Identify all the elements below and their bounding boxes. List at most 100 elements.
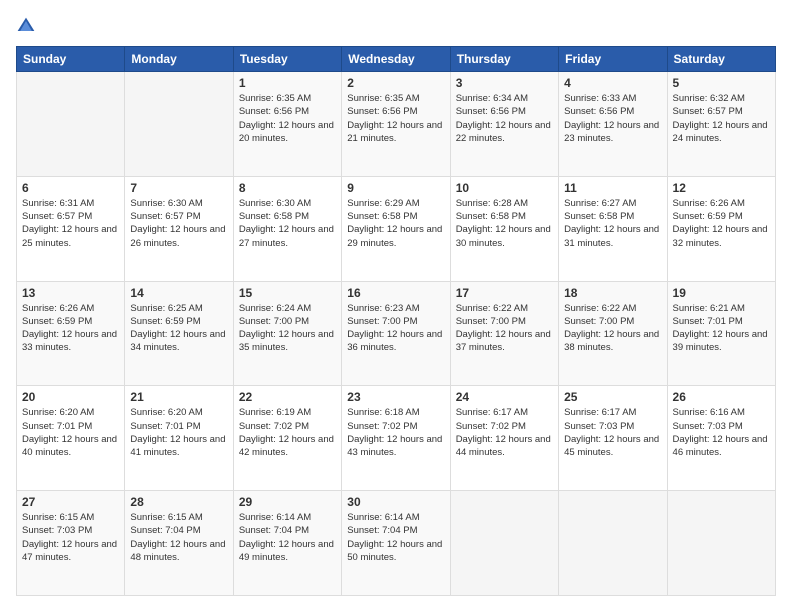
day-number: 17: [456, 286, 553, 300]
day-number: 8: [239, 181, 336, 195]
day-info: Sunrise: 6:19 AMSunset: 7:02 PMDaylight:…: [239, 406, 336, 459]
page: SundayMondayTuesdayWednesdayThursdayFrid…: [0, 0, 792, 612]
day-number: 30: [347, 495, 444, 509]
col-header-sunday: Sunday: [17, 47, 125, 72]
day-info: Sunrise: 6:30 AMSunset: 6:57 PMDaylight:…: [130, 197, 227, 250]
day-number: 23: [347, 390, 444, 404]
calendar-cell: 15 Sunrise: 6:24 AMSunset: 7:00 PMDayligh…: [233, 281, 341, 386]
calendar-cell: 19 Sunrise: 6:21 AMSunset: 7:01 PMDayligh…: [667, 281, 775, 386]
day-info: Sunrise: 6:15 AMSunset: 7:04 PMDaylight:…: [130, 511, 227, 564]
day-number: 11: [564, 181, 661, 195]
calendar-cell: 9Sunrise: 6:29 AMSunset: 6:58 PMDaylight…: [342, 176, 450, 281]
calendar-cell: 18 Sunrise: 6:22 AMSunset: 7:00 PMDayligh…: [559, 281, 667, 386]
calendar-table: SundayMondayTuesdayWednesdayThursdayFrid…: [16, 46, 776, 596]
day-info: Sunrise: 6:24 AMSunset: 7:00 PMDaylight:…: [239, 302, 336, 355]
calendar-cell: 8 Sunrise: 6:30 AMSunset: 6:58 PMDaylight…: [233, 176, 341, 281]
day-number: 24: [456, 390, 553, 404]
calendar-cell: 6 Sunrise: 6:31 AMSunset: 6:57 PMDaylight…: [17, 176, 125, 281]
day-number: 26: [673, 390, 770, 404]
day-number: 18: [564, 286, 661, 300]
calendar-cell: 22 Sunrise: 6:19 AMSunset: 7:02 PMDayligh…: [233, 386, 341, 491]
day-number: 2: [347, 76, 444, 90]
col-header-saturday: Saturday: [667, 47, 775, 72]
day-info: Sunrise: 6:31 AMSunset: 6:57 PMDaylight:…: [22, 197, 119, 250]
col-header-tuesday: Tuesday: [233, 47, 341, 72]
col-header-monday: Monday: [125, 47, 233, 72]
day-number: 12: [673, 181, 770, 195]
calendar-cell: 3Sunrise: 6:34 AMSunset: 6:56 PMDaylight…: [450, 72, 558, 177]
day-number: 6: [22, 181, 119, 195]
day-number: 21: [130, 390, 227, 404]
calendar-cell: 20 Sunrise: 6:20 AMSunset: 7:01 PMDayligh…: [17, 386, 125, 491]
calendar-cell: 16 Sunrise: 6:23 AMSunset: 7:00 PMDayligh…: [342, 281, 450, 386]
calendar-cell: 10 Sunrise: 6:28 AMSunset: 6:58 PMDayligh…: [450, 176, 558, 281]
day-number: 28: [130, 495, 227, 509]
calendar-cell: [17, 72, 125, 177]
day-number: 29: [239, 495, 336, 509]
day-info: Sunrise: 6:26 AMSunset: 6:59 PMDaylight:…: [673, 197, 770, 250]
calendar-cell: 28 Sunrise: 6:15 AMSunset: 7:04 PMDayligh…: [125, 491, 233, 596]
day-number: 27: [22, 495, 119, 509]
col-header-wednesday: Wednesday: [342, 47, 450, 72]
calendar-cell: 30 Sunrise: 6:14 AMSunset: 7:04 PMDayligh…: [342, 491, 450, 596]
col-header-friday: Friday: [559, 47, 667, 72]
calendar-cell: 24 Sunrise: 6:17 AMSunset: 7:02 PMDayligh…: [450, 386, 558, 491]
calendar-cell: 26 Sunrise: 6:16 AMSunset: 7:03 PMDayligh…: [667, 386, 775, 491]
day-info: Sunrise: 6:23 AMSunset: 7:00 PMDaylight:…: [347, 302, 444, 355]
day-info: Sunrise: 6:27 AMSunset: 6:58 PMDaylight:…: [564, 197, 661, 250]
calendar-cell: 7 Sunrise: 6:30 AMSunset: 6:57 PMDaylight…: [125, 176, 233, 281]
day-number: 7: [130, 181, 227, 195]
header: [16, 16, 776, 36]
calendar-cell: 14 Sunrise: 6:25 AMSunset: 6:59 PMDayligh…: [125, 281, 233, 386]
calendar-cell: 11 Sunrise: 6:27 AMSunset: 6:58 PMDayligh…: [559, 176, 667, 281]
calendar-cell: 27Sunrise: 6:15 AMSunset: 7:03 PMDayligh…: [17, 491, 125, 596]
col-header-thursday: Thursday: [450, 47, 558, 72]
day-info: Sunrise: 6:21 AMSunset: 7:01 PMDaylight:…: [673, 302, 770, 355]
day-info: Sunrise: 6:22 AMSunset: 7:00 PMDaylight:…: [564, 302, 661, 355]
calendar-cell: 23 Sunrise: 6:18 AMSunset: 7:02 PMDayligh…: [342, 386, 450, 491]
calendar-cell: [450, 491, 558, 596]
day-number: 19: [673, 286, 770, 300]
day-info: Sunrise: 6:32 AMSunset: 6:57 PMDaylight:…: [673, 92, 770, 145]
calendar-cell: 29 Sunrise: 6:14 AMSunset: 7:04 PMDayligh…: [233, 491, 341, 596]
day-number: 22: [239, 390, 336, 404]
calendar-cell: 21 Sunrise: 6:20 AMSunset: 7:01 PMDayligh…: [125, 386, 233, 491]
day-info: Sunrise: 6:20 AMSunset: 7:01 PMDaylight:…: [22, 406, 119, 459]
day-number: 4: [564, 76, 661, 90]
day-number: 14: [130, 286, 227, 300]
day-info: Sunrise: 6:20 AMSunset: 7:01 PMDaylight:…: [130, 406, 227, 459]
day-number: 16: [347, 286, 444, 300]
calendar-cell: [559, 491, 667, 596]
calendar-cell: 1Sunrise: 6:35 AMSunset: 6:56 PMDaylight…: [233, 72, 341, 177]
day-number: 5: [673, 76, 770, 90]
day-info: Sunrise: 6:16 AMSunset: 7:03 PMDaylight:…: [673, 406, 770, 459]
calendar-cell: [125, 72, 233, 177]
day-number: 25: [564, 390, 661, 404]
calendar-cell: 4 Sunrise: 6:33 AMSunset: 6:56 PMDaylight…: [559, 72, 667, 177]
week-row-3: 13Sunrise: 6:26 AMSunset: 6:59 PMDayligh…: [17, 281, 776, 386]
logo-icon: [16, 16, 36, 36]
calendar-cell: 5 Sunrise: 6:32 AMSunset: 6:57 PMDaylight…: [667, 72, 775, 177]
day-info: Sunrise: 6:14 AMSunset: 7:04 PMDaylight:…: [239, 511, 336, 564]
day-info: Sunrise: 6:29 AMSunset: 6:58 PMDaylight:…: [347, 197, 444, 250]
day-info: Sunrise: 6:28 AMSunset: 6:58 PMDaylight:…: [456, 197, 553, 250]
day-info: Sunrise: 6:18 AMSunset: 7:02 PMDaylight:…: [347, 406, 444, 459]
day-info: Sunrise: 6:17 AMSunset: 7:02 PMDaylight:…: [456, 406, 553, 459]
week-row-2: 6 Sunrise: 6:31 AMSunset: 6:57 PMDaylight…: [17, 176, 776, 281]
day-info: Sunrise: 6:33 AMSunset: 6:56 PMDaylight:…: [564, 92, 661, 145]
day-number: 10: [456, 181, 553, 195]
day-number: 15: [239, 286, 336, 300]
day-info: Sunrise: 6:30 AMSunset: 6:58 PMDaylight:…: [239, 197, 336, 250]
day-number: 1: [239, 76, 336, 90]
day-info: Sunrise: 6:25 AMSunset: 6:59 PMDaylight:…: [130, 302, 227, 355]
calendar-cell: 13Sunrise: 6:26 AMSunset: 6:59 PMDayligh…: [17, 281, 125, 386]
calendar-cell: [667, 491, 775, 596]
day-info: Sunrise: 6:17 AMSunset: 7:03 PMDaylight:…: [564, 406, 661, 459]
week-row-1: 1Sunrise: 6:35 AMSunset: 6:56 PMDaylight…: [17, 72, 776, 177]
day-number: 20: [22, 390, 119, 404]
week-row-5: 27Sunrise: 6:15 AMSunset: 7:03 PMDayligh…: [17, 491, 776, 596]
day-info: Sunrise: 6:14 AMSunset: 7:04 PMDaylight:…: [347, 511, 444, 564]
day-number: 13: [22, 286, 119, 300]
day-number: 3: [456, 76, 553, 90]
calendar-header-row: SundayMondayTuesdayWednesdayThursdayFrid…: [17, 47, 776, 72]
